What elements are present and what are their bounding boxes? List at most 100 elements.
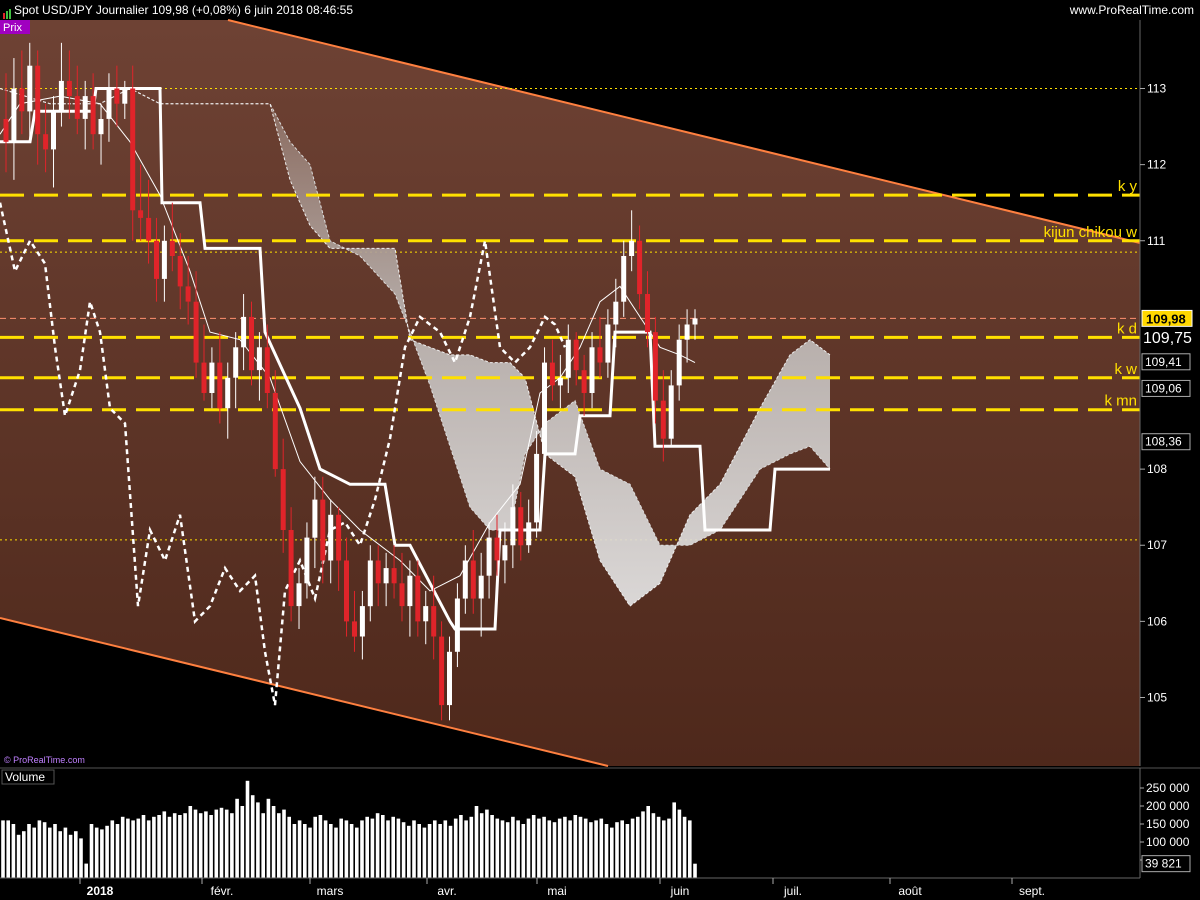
volume-bar-131 bbox=[682, 816, 687, 878]
volume-bar-81 bbox=[422, 827, 427, 878]
volume-bar-79 bbox=[412, 820, 416, 878]
candle-body bbox=[660, 400, 666, 439]
volume-bar-74 bbox=[386, 820, 390, 878]
volume-bar-44 bbox=[230, 813, 234, 878]
volume-bar-16 bbox=[84, 863, 88, 878]
candle-body bbox=[573, 339, 579, 371]
volume-bar-54 bbox=[282, 809, 286, 878]
volume-bar-30 bbox=[157, 815, 161, 878]
volume-bar-120 bbox=[625, 824, 630, 878]
level-label-1: kijun chikou w bbox=[1044, 224, 1138, 241]
vol-tick-label-0: 250 000 bbox=[1146, 781, 1190, 795]
candle-body bbox=[494, 537, 500, 561]
volume-bar-103 bbox=[537, 818, 541, 878]
candle-body bbox=[589, 347, 595, 393]
x-tick-label-7: août bbox=[898, 884, 922, 898]
volume-bar-52 bbox=[271, 806, 276, 878]
volume-bar-43 bbox=[224, 809, 229, 878]
volume-bar-12 bbox=[63, 827, 68, 878]
volume-bar-41 bbox=[214, 809, 219, 878]
volume-bar-51 bbox=[266, 798, 271, 878]
candle-body bbox=[597, 347, 603, 363]
candle-body bbox=[549, 362, 555, 386]
candle-body bbox=[336, 514, 342, 561]
volume-bar-84 bbox=[438, 824, 442, 878]
volume-bar-37 bbox=[193, 809, 198, 878]
candle-body bbox=[312, 499, 318, 538]
candle-body bbox=[233, 347, 239, 378]
volume-bar-14 bbox=[74, 831, 78, 878]
candle-body bbox=[518, 507, 524, 546]
volume-bar-60 bbox=[313, 816, 317, 878]
volume-bar-73 bbox=[381, 815, 385, 878]
vol-tick-label-2: 150 000 bbox=[1146, 817, 1190, 831]
y-tick-label-4: 107 bbox=[1147, 538, 1167, 552]
price-panel-label: Prix bbox=[3, 22, 22, 34]
price-volume-chart[interactable]: k y kijun chikou w k d k w k mn 113 112 111 108… bbox=[0, 0, 1200, 900]
volume-bar-32 bbox=[167, 816, 172, 878]
watermark: © ProRealTime.com bbox=[4, 755, 85, 765]
price-tag-0: 109,98 bbox=[1141, 309, 1193, 327]
candle-body bbox=[431, 606, 437, 637]
volume-bar-45 bbox=[235, 798, 239, 878]
volume-bar-47 bbox=[245, 780, 250, 878]
candle-body bbox=[676, 339, 682, 386]
volume-bar-115 bbox=[599, 818, 604, 878]
volume-bar-129 bbox=[672, 802, 676, 878]
volume-bar-42 bbox=[219, 807, 224, 878]
volume-bar-3 bbox=[16, 834, 21, 878]
volume-bar-71 bbox=[370, 818, 375, 878]
volume-bar-122 bbox=[636, 816, 640, 878]
y-tick-label-0: 113 bbox=[1147, 82, 1166, 96]
x-tick-label-8: sept. bbox=[1019, 884, 1045, 898]
volume-bar-56 bbox=[292, 824, 297, 878]
candle-body bbox=[217, 362, 223, 409]
volume-bar-130 bbox=[677, 809, 682, 878]
volume-bar-35 bbox=[183, 813, 187, 878]
volume-bar-100 bbox=[521, 824, 526, 878]
level-label-4: k mn bbox=[1104, 393, 1137, 410]
volume-bar-94 bbox=[490, 815, 494, 878]
candle-body bbox=[130, 88, 136, 211]
candle-body bbox=[668, 385, 674, 439]
candle-body bbox=[684, 324, 690, 340]
candle-body bbox=[344, 560, 349, 622]
candle-body bbox=[399, 583, 405, 607]
volume-bar-24 bbox=[126, 818, 130, 878]
volume-bar-65 bbox=[339, 818, 343, 878]
candle-body bbox=[565, 339, 571, 378]
volume-bar-123 bbox=[641, 811, 645, 878]
volume-bar-11 bbox=[58, 831, 62, 878]
volume-bar-17 bbox=[89, 824, 94, 878]
candle-body bbox=[557, 377, 563, 386]
candle-body bbox=[415, 575, 421, 622]
vol-tick-label-3: 100 000 bbox=[1146, 835, 1190, 849]
volume-bar-48 bbox=[250, 795, 255, 878]
volume-bar-110 bbox=[573, 815, 578, 878]
x-tick-label-5: juin bbox=[670, 884, 690, 898]
price-tag-text: 109,41 bbox=[1145, 355, 1182, 369]
volume-bar-83 bbox=[433, 820, 437, 878]
candle-body bbox=[209, 362, 215, 393]
volume-bar-77 bbox=[401, 822, 406, 878]
volume-panel-label: Volume bbox=[5, 770, 45, 784]
volume-bar-59 bbox=[308, 827, 312, 878]
volume-bar-10 bbox=[53, 824, 57, 878]
volume-bar-49 bbox=[256, 802, 260, 878]
candle-body bbox=[462, 560, 468, 599]
y-tick-label-6: 105 bbox=[1147, 690, 1167, 704]
volume-bar-50 bbox=[261, 813, 265, 878]
candle-body bbox=[138, 210, 144, 218]
candle-body bbox=[367, 560, 373, 607]
volume-bar-78 bbox=[407, 825, 411, 878]
candle-body bbox=[407, 575, 413, 607]
volume-bar-22 bbox=[115, 824, 120, 878]
candle-body bbox=[510, 507, 516, 546]
volume-bar-58 bbox=[303, 824, 307, 878]
volume-bar-5 bbox=[27, 824, 31, 878]
volume-bar-119 bbox=[620, 820, 624, 878]
volume-bar-97 bbox=[505, 822, 510, 878]
volume-bar-19 bbox=[100, 829, 104, 878]
volume-bar-36 bbox=[188, 806, 193, 878]
volume-bar-6 bbox=[32, 827, 36, 878]
